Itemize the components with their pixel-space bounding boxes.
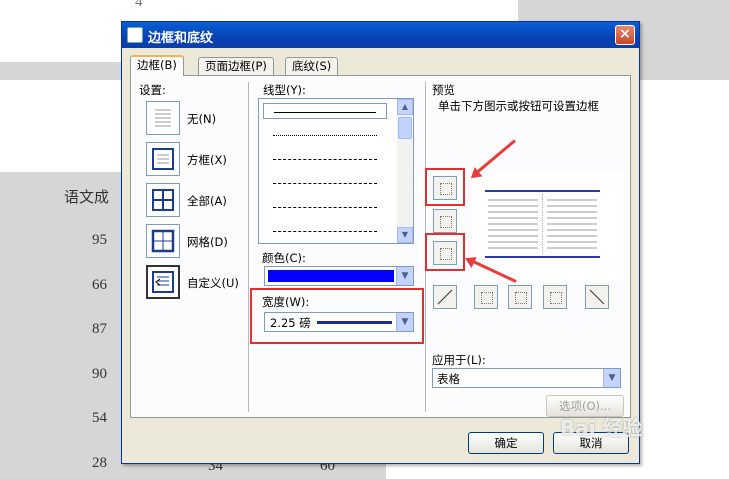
left-border-button[interactable] — [474, 285, 498, 309]
line-option-dotted[interactable] — [263, 127, 387, 143]
chevron-down-icon[interactable]: ▼ — [603, 369, 620, 387]
preview-hint: 单击下方图示或按钮可设置边框 — [438, 99, 599, 113]
scroll-up-icon[interactable]: ▲ — [397, 99, 413, 115]
setting-grid-label[interactable]: 网格(D) — [187, 234, 228, 250]
score-cell: 28 — [92, 455, 107, 471]
score-cell: 90 — [92, 366, 107, 382]
width-value: 2.25 磅 — [270, 316, 311, 330]
line-option-dash-dot[interactable] — [263, 199, 387, 215]
apply-to-dropdown[interactable]: 表格 ▼ — [432, 368, 621, 388]
line-style-scrollbar[interactable]: ▲ ▼ — [397, 99, 413, 243]
dialog-titlebar[interactable]: 边框和底纹 × — [122, 22, 639, 48]
settings-label: 设置: — [139, 83, 166, 97]
line-style-label: 线型(Y): — [263, 83, 306, 97]
setting-custom-label[interactable]: 自定义(U) — [187, 275, 239, 291]
setting-box-label[interactable]: 方框(X) — [187, 152, 227, 168]
tab-borders[interactable]: 边框(B) — [130, 55, 184, 76]
preview-area[interactable] — [472, 170, 623, 280]
preview-label: 预览 — [432, 83, 455, 97]
line-option-solid[interactable] — [263, 103, 387, 119]
setting-all-label[interactable]: 全部(A) — [187, 193, 227, 209]
score-cell: 54 — [92, 410, 107, 426]
preview-text-lines — [488, 199, 597, 249]
diagonal-up-border-button[interactable] — [433, 285, 457, 309]
borders-and-shading-dialog: 边框和底纹 × 边框(B) 页面边框(P) 底纹(S) 设置: 无(N) 方框(… — [121, 21, 640, 464]
line-option-dash-dot-dot[interactable] — [263, 223, 387, 239]
app-icon — [127, 27, 143, 43]
score-cell: 95 — [92, 232, 107, 248]
tab-shading[interactable]: 底纹(S) — [285, 57, 339, 76]
bottom-border-button[interactable] — [433, 241, 457, 265]
score-cell: 66 — [92, 277, 107, 293]
separator — [248, 82, 249, 412]
setting-grid-icon[interactable] — [146, 224, 180, 258]
right-border-button[interactable] — [543, 285, 567, 309]
chevron-down-icon[interactable]: ▼ — [396, 267, 413, 285]
line-option-dashed[interactable] — [263, 175, 387, 191]
color-swatch — [268, 270, 394, 282]
scroll-down-icon[interactable]: ▼ — [397, 227, 413, 243]
page-number: 4 — [135, 0, 143, 10]
tab-page-border[interactable]: 页面边框(P) — [198, 57, 274, 76]
width-line-sample — [317, 321, 392, 324]
scroll-thumb[interactable] — [398, 117, 412, 139]
diagonal-down-border-button[interactable] — [585, 285, 609, 309]
line-style-list[interactable]: ▲ ▼ — [258, 98, 414, 244]
setting-all-icon[interactable] — [146, 183, 180, 217]
apply-to-value: 表格 — [437, 372, 460, 386]
width-dropdown[interactable]: 2.25 磅 ▼ — [264, 312, 414, 332]
color-dropdown[interactable]: ▼ — [264, 266, 414, 286]
inside-vertical-border-button[interactable] — [508, 285, 532, 309]
column-header: 语文成 — [64, 190, 110, 206]
dialog-title: 边框和底纹 — [148, 31, 214, 46]
setting-box-icon[interactable] — [146, 142, 180, 176]
setting-custom-icon[interactable] — [146, 265, 180, 299]
score-cell: 87 — [92, 321, 107, 337]
setting-none-label[interactable]: 无(N) — [187, 111, 216, 127]
width-label: 宽度(W): — [262, 295, 310, 309]
watermark: Bai 经验 — [560, 416, 643, 440]
ok-button[interactable]: 确定 — [468, 432, 544, 454]
apply-to-label: 应用于(L): — [432, 353, 486, 367]
chevron-down-icon[interactable]: ▼ — [396, 313, 413, 331]
close-button[interactable]: × — [615, 25, 635, 45]
line-option-dashed-small[interactable] — [263, 151, 387, 167]
top-border-button[interactable] — [433, 176, 457, 200]
color-label: 颜色(C): — [262, 251, 306, 265]
setting-none-icon[interactable] — [146, 101, 180, 135]
inside-horizontal-border-button[interactable] — [433, 209, 457, 233]
